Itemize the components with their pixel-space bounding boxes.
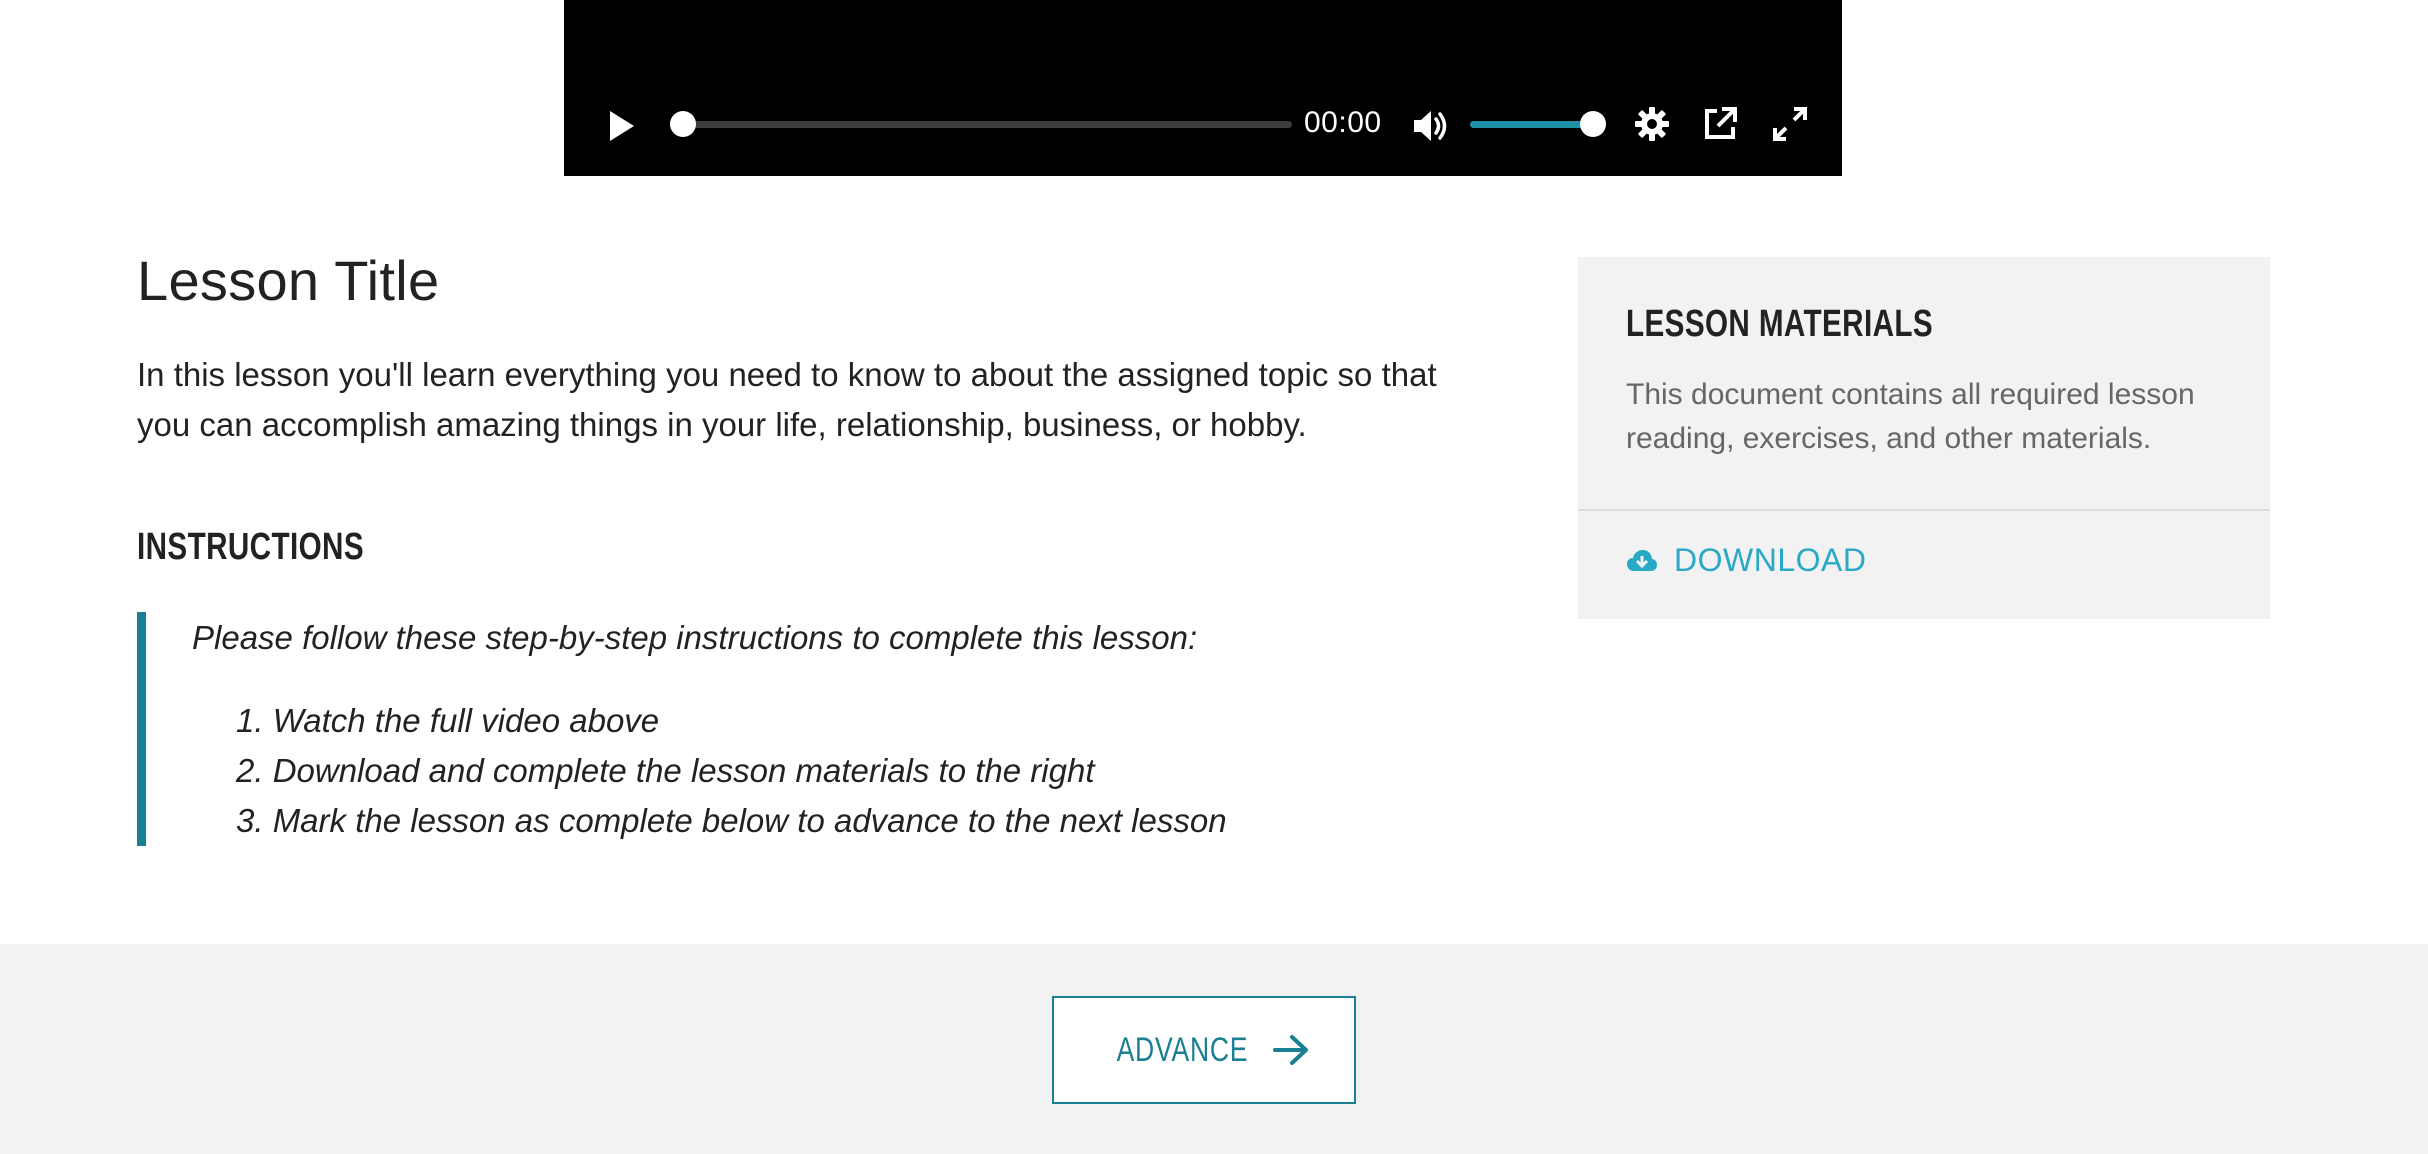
volume-slider[interactable]: [1470, 111, 1606, 137]
seek-thumb[interactable]: [670, 111, 696, 137]
volume-thumb[interactable]: [1580, 111, 1606, 137]
advance-label: ADVANCE: [1116, 1030, 1248, 1069]
seek-track: [670, 121, 1292, 128]
instructions-blockquote: Please follow these step-by-step instruc…: [137, 612, 1437, 846]
player-controls: 00:00: [564, 90, 1842, 158]
materials-heading: LESSON MATERIALS: [1626, 303, 1934, 345]
lesson-title: Lesson Title: [137, 249, 440, 312]
step-item: 1. Watch the full video above: [236, 702, 660, 739]
play-icon[interactable]: [598, 104, 642, 148]
arrow-right-icon: [1273, 1035, 1309, 1065]
time-display: 00:00: [1304, 106, 1382, 139]
footer-bar: ADVANCE: [0, 944, 2428, 1154]
volume-icon[interactable]: [1408, 104, 1452, 148]
materials-divider: [1578, 509, 2270, 511]
materials-description: This document contains all required less…: [1626, 378, 2195, 455]
gear-icon[interactable]: [1632, 104, 1672, 144]
lesson-materials-panel: LESSON MATERIALS This document contains …: [1578, 257, 2270, 619]
download-link[interactable]: DOWNLOAD: [1626, 542, 1866, 579]
instructions-steps: 1. Watch the full video above 2. Downloa…: [192, 696, 1437, 846]
cloud-download-icon: [1627, 549, 1657, 571]
volume-fill: [1470, 121, 1593, 128]
popout-icon[interactable]: [1700, 104, 1740, 144]
instructions-intro: Please follow these step-by-step instruc…: [192, 619, 1198, 656]
lesson-description: In this lesson you'll learn everything y…: [137, 356, 1437, 443]
step-item: 3. Mark the lesson as complete below to …: [236, 802, 1227, 839]
step-item: 2. Download and complete the lesson mate…: [236, 752, 1095, 789]
download-label: DOWNLOAD: [1674, 542, 1867, 578]
fullscreen-icon[interactable]: [1770, 104, 1810, 144]
video-player[interactable]: 00:00: [564, 0, 1842, 176]
instructions-heading: INSTRUCTIONS: [137, 526, 364, 568]
advance-button[interactable]: ADVANCE: [1052, 996, 1356, 1104]
seek-bar[interactable]: [670, 111, 1292, 137]
